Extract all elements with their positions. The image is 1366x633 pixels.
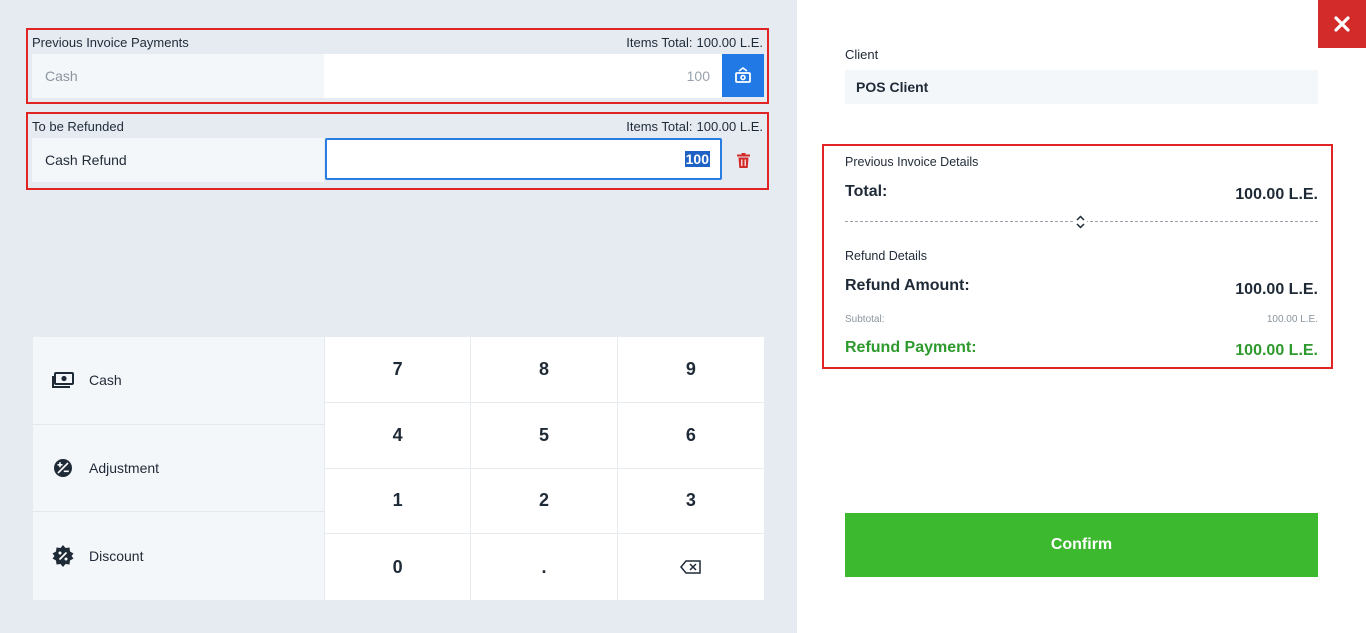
invoice-details: Previous Invoice Details Total: 100.00 L… (822, 144, 1333, 369)
previous-invoice-payments: Previous Invoice Payments Items Total: 1… (26, 28, 769, 104)
payment-panel: Previous Invoice Payments Items Total: 1… (0, 0, 797, 633)
payment-amount: 100 (324, 54, 722, 98)
key-3[interactable]: 3 (617, 469, 764, 535)
expand-toggle[interactable] (1073, 213, 1087, 231)
payment-row: Cash 100 (32, 54, 765, 98)
key-decimal[interactable]: . (471, 534, 618, 600)
refund-amount-value: 100 (684, 151, 710, 167)
method-adjustment[interactable]: Adjustment (33, 425, 324, 513)
method-cash[interactable]: Cash (33, 337, 324, 425)
key-2[interactable]: 2 (471, 468, 618, 535)
adjustment-icon (52, 457, 74, 479)
method-label: Cash (89, 372, 122, 389)
discount-icon (52, 544, 74, 567)
numeric-keypad: 7 8 9 4 5 6 1 2 3 0 . (325, 337, 764, 600)
method-label: Adjustment (89, 459, 160, 476)
summary-panel: Client POS Client Previous Invoice Detai… (797, 0, 1366, 633)
items-total-value: 100.00 L.E. (696, 34, 764, 50)
payment-method-label: Cash (32, 54, 324, 98)
refund-amount-label: Refund Amount: (845, 277, 970, 294)
backspace-icon (680, 560, 702, 574)
method-label: Discount (89, 547, 144, 564)
refund-payment-label: Refund Payment: (845, 339, 977, 356)
key-0[interactable]: 0 (325, 534, 472, 600)
subtotal-label: Subtotal: (845, 314, 885, 325)
refund-row: Cash Refund 100 (32, 138, 765, 182)
delete-refund-button[interactable] (722, 138, 764, 182)
items-total-label: Items Total: (626, 118, 693, 134)
close-button[interactable] (1318, 0, 1366, 48)
key-4[interactable]: 4 (325, 402, 472, 469)
chevron-up-down-icon (1075, 215, 1085, 229)
key-backspace[interactable] (618, 534, 764, 600)
cash-icon (52, 369, 74, 391)
payment-methods: Cash Adjustment Discount (33, 337, 324, 600)
refund-payment-value: 100.00 L.E. (1235, 342, 1318, 359)
client-field[interactable]: POS Client (845, 70, 1318, 104)
section-title: To be Refunded (32, 118, 124, 134)
refund-details-title: Refund Details (845, 249, 927, 263)
method-discount[interactable]: Discount (33, 512, 324, 600)
client-label: Client (845, 47, 879, 62)
key-6[interactable]: 6 (617, 403, 764, 469)
key-7[interactable]: 7 (325, 337, 472, 403)
key-5[interactable]: 5 (471, 402, 618, 469)
key-9[interactable]: 9 (617, 337, 764, 403)
close-icon (1334, 16, 1350, 32)
confirm-button[interactable]: Confirm (845, 513, 1318, 577)
previous-invoice-title: Previous Invoice Details (845, 155, 979, 169)
to-be-refunded: To be Refunded Items Total: 100.00 L.E. … (26, 112, 769, 190)
refund-amount-input[interactable]: 100 (325, 138, 722, 180)
key-1[interactable]: 1 (325, 468, 472, 535)
trash-icon (736, 152, 750, 168)
subtotal-value: 100.00 L.E. (1266, 314, 1318, 325)
items-total-label: Items Total: (626, 34, 693, 50)
refund-method-label: Cash Refund (32, 138, 324, 182)
key-8[interactable]: 8 (471, 337, 618, 403)
section-title: Previous Invoice Payments (32, 34, 189, 50)
items-total-value: 100.00 L.E. (696, 118, 764, 134)
refund-amount-value: 100.00 L.E. (1235, 281, 1318, 298)
total-label: Total: (845, 183, 888, 200)
refund-money-icon (735, 66, 751, 83)
refund-transfer-button[interactable] (722, 54, 764, 97)
total-value: 100.00 L.E. (1235, 186, 1318, 203)
